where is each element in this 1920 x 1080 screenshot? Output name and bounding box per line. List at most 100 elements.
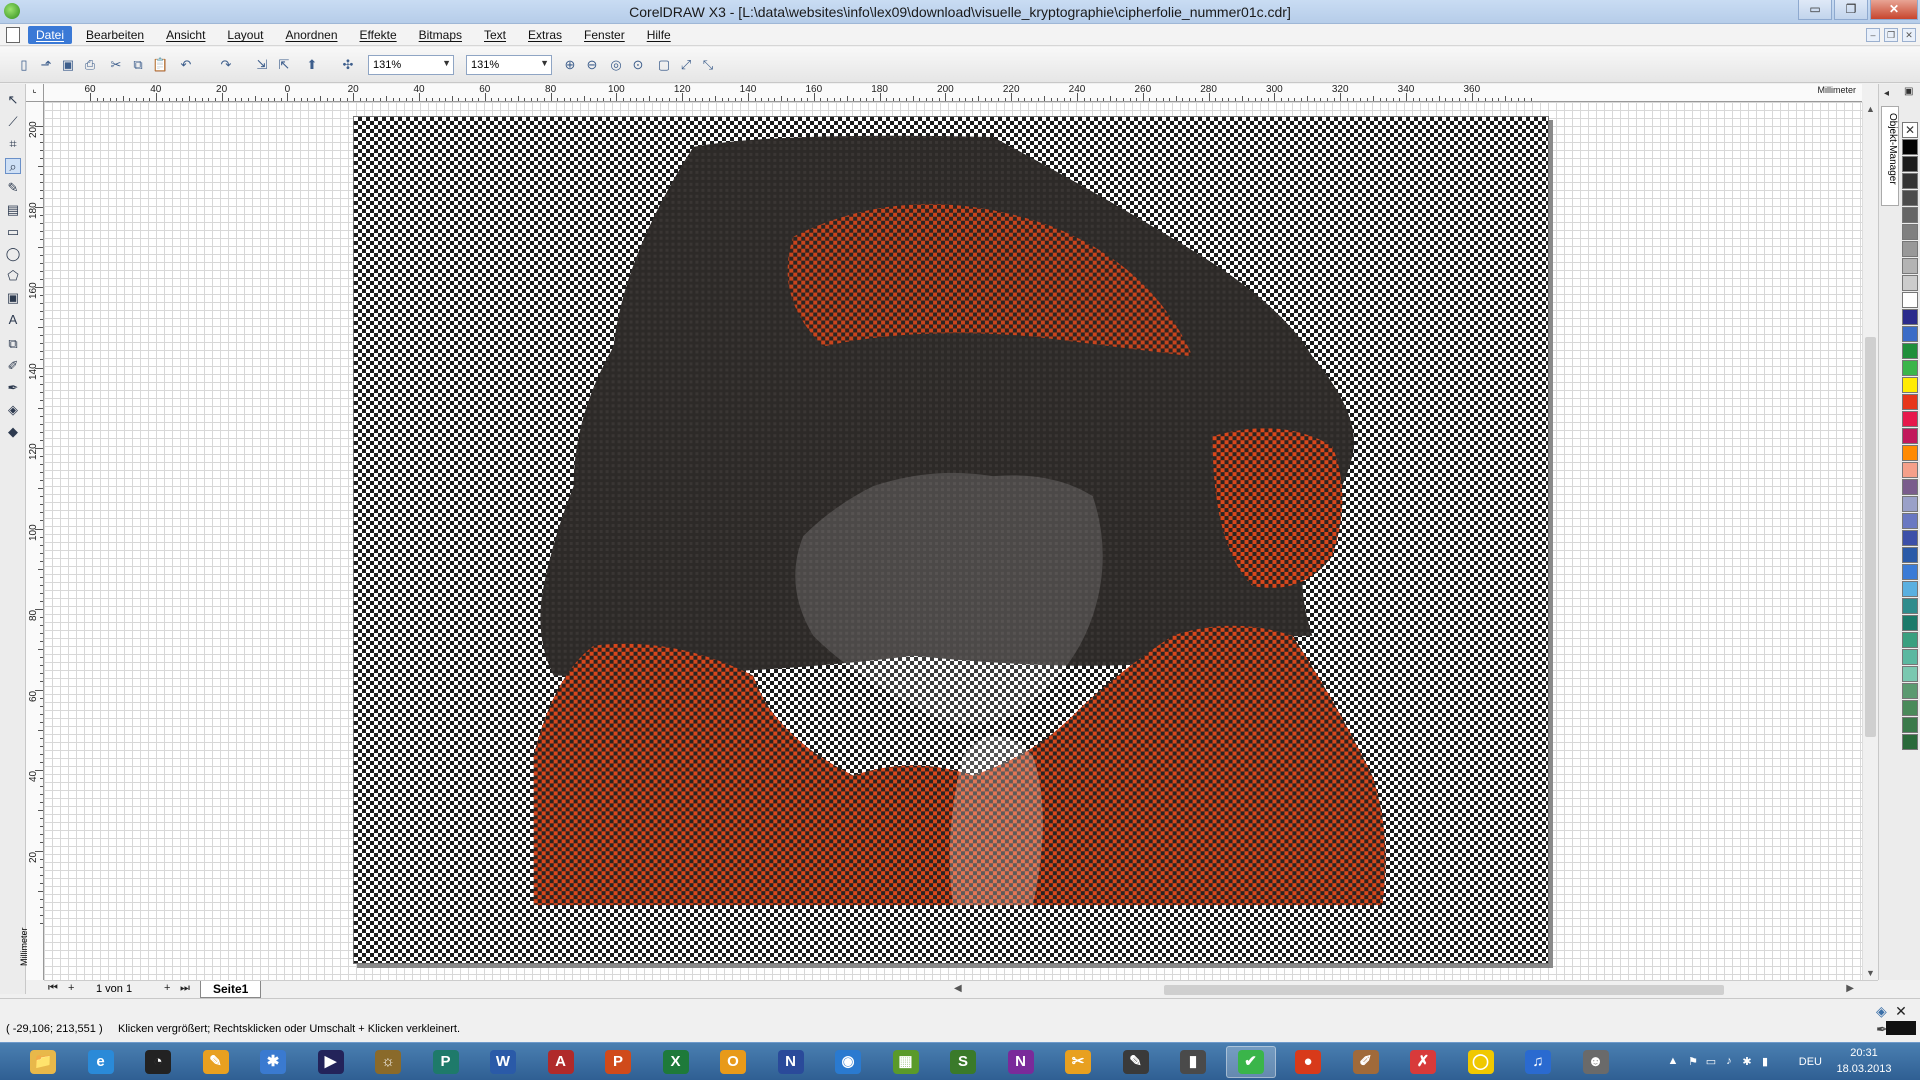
menu-item-1[interactable]: Bearbeiten	[78, 26, 152, 44]
palette-swatch[interactable]	[1902, 496, 1918, 512]
text-tool-icon[interactable]: A	[5, 312, 21, 328]
taskbar-app-27[interactable]: ☻	[1571, 1046, 1621, 1078]
object-manager-tab[interactable]: Objekt-Manager	[1881, 106, 1899, 206]
taskbar-app-4[interactable]: ✱	[248, 1046, 298, 1078]
taskbar-app-0[interactable]: 📁	[18, 1046, 68, 1078]
fill-tool-icon[interactable]: ◈	[5, 402, 21, 418]
scroll-down-icon[interactable]: ▼	[1866, 968, 1875, 978]
cut-icon[interactable]: ✂	[108, 57, 124, 73]
horizontal-scrollbar[interactable]: ◀ ▶	[954, 983, 1854, 997]
vertical-scroll-thumb[interactable]	[1865, 337, 1876, 737]
add-page-before-button[interactable]: +	[68, 982, 74, 994]
palette-swatch[interactable]	[1902, 683, 1918, 699]
palette-swatch[interactable]	[1902, 547, 1918, 563]
palette-swatch[interactable]	[1902, 275, 1918, 291]
crop-tool-icon[interactable]: ⌗	[5, 136, 21, 152]
palette-swatch[interactable]	[1902, 377, 1918, 393]
menu-item-3[interactable]: Layout	[219, 26, 271, 44]
menu-item-0[interactable]: Datei	[28, 26, 73, 44]
palette-swatch[interactable]	[1902, 666, 1918, 682]
zoom-level-select-2[interactable]: 131% ▼	[466, 55, 552, 75]
no-color-swatch[interactable]: ✕	[1902, 122, 1918, 138]
palette-swatch[interactable]	[1902, 326, 1918, 342]
taskbar-app-21[interactable]: ✔	[1225, 1046, 1276, 1078]
taskbar-app-25[interactable]: ◯	[1456, 1046, 1506, 1078]
pick-tool-icon[interactable]: ↖	[5, 92, 21, 108]
taskbar-app-26[interactable]: ♫	[1513, 1046, 1563, 1078]
taskbar-app-18[interactable]: ✂	[1053, 1046, 1103, 1078]
palette-swatch[interactable]	[1902, 479, 1918, 495]
smart-fill-tool-icon[interactable]: ▤	[5, 202, 21, 218]
palette-swatch[interactable]	[1902, 241, 1918, 257]
palette-swatch[interactable]	[1902, 343, 1918, 359]
battery-icon[interactable]: ▮	[1758, 1055, 1772, 1069]
export-icon[interactable]: ⇱	[276, 57, 292, 73]
doc-restore-icon[interactable]: ❐	[1884, 28, 1898, 42]
polygon-tool-icon[interactable]: ⬠	[5, 268, 21, 284]
palette-swatch[interactable]	[1902, 411, 1918, 427]
taskbar-app-17[interactable]: N	[996, 1046, 1046, 1078]
doc-minimize-icon[interactable]: –	[1866, 28, 1880, 42]
zoom-out-icon[interactable]: ⊖	[584, 57, 600, 73]
menu-item-4[interactable]: Anordnen	[277, 26, 345, 44]
palette-swatch[interactable]	[1902, 173, 1918, 189]
taskbar-app-5[interactable]: ▶	[306, 1046, 356, 1078]
zoom-page-width-icon[interactable]: ⤢	[678, 57, 694, 73]
palette-swatch[interactable]	[1902, 139, 1918, 155]
paste-icon[interactable]: 📋	[152, 57, 168, 73]
interactive-blend-tool-icon[interactable]: ⧉	[5, 336, 21, 352]
restore-button[interactable]: ❐	[1834, 0, 1868, 20]
interactive-fill-tool-icon[interactable]: ◆	[5, 424, 21, 440]
doc-close-icon[interactable]: ✕	[1902, 28, 1916, 42]
menu-item-2[interactable]: Ansicht	[158, 26, 213, 44]
open-icon[interactable]: ⬏	[38, 57, 54, 73]
save-icon[interactable]: ▣	[60, 57, 76, 73]
zoom-tool-icon[interactable]: ⌕	[5, 158, 21, 174]
palette-swatch[interactable]	[1902, 394, 1918, 410]
vertical-scrollbar[interactable]: ▲ ▼	[1862, 102, 1878, 980]
palette-swatch[interactable]	[1902, 360, 1918, 376]
cipher-portrait-image[interactable]	[354, 117, 1548, 963]
zoom-selected-icon[interactable]: ◎	[608, 57, 624, 73]
copy-icon[interactable]: ⧉	[130, 57, 146, 73]
taskbar-app-7[interactable]: P	[421, 1046, 471, 1078]
zoom-level-select-1[interactable]: 131% ▼	[368, 55, 454, 75]
taskbar-app-9[interactable]: A	[536, 1046, 586, 1078]
close-button[interactable]: ✕	[1870, 0, 1918, 20]
taskbar-app-1[interactable]: e	[76, 1046, 126, 1078]
redo-icon[interactable]: ↷	[218, 57, 234, 73]
add-page-after-button[interactable]: +	[164, 982, 170, 994]
palette-swatch[interactable]	[1902, 530, 1918, 546]
drawing-canvas[interactable]	[44, 102, 1862, 980]
fill-color-swatch[interactable]: ✕	[1886, 1003, 1916, 1019]
taskbar-app-3[interactable]: ✎	[191, 1046, 241, 1078]
palette-swatch[interactable]	[1902, 700, 1918, 716]
ruler-origin[interactable]: ⌞	[26, 84, 44, 102]
scroll-up-icon[interactable]: ▲	[1866, 104, 1875, 114]
volume-icon[interactable]: ♪	[1722, 1055, 1736, 1069]
new-document-icon[interactable]: ▯	[16, 57, 32, 73]
taskbar-app-15[interactable]: ▦	[881, 1046, 931, 1078]
zoom-page-height-icon[interactable]: ⤡	[700, 57, 716, 73]
outline-color-swatch[interactable]	[1886, 1021, 1916, 1035]
taskbar-app-23[interactable]: ✐	[1341, 1046, 1391, 1078]
palette-swatch[interactable]	[1902, 309, 1918, 325]
taskbar-app-16[interactable]: S	[938, 1046, 988, 1078]
import-icon[interactable]: ⇲	[254, 57, 270, 73]
basic-shapes-tool-icon[interactable]: ▣	[5, 290, 21, 306]
menu-item-5[interactable]: Effekte	[352, 26, 405, 44]
palette-swatch[interactable]	[1902, 445, 1918, 461]
palette-swatch[interactable]	[1902, 649, 1918, 665]
print-icon[interactable]: ⎙	[82, 57, 98, 73]
zoom-page-icon[interactable]: ▢	[656, 57, 672, 73]
menu-item-8[interactable]: Extras	[520, 26, 570, 44]
palette-swatch[interactable]	[1902, 156, 1918, 172]
zoom-in-icon[interactable]: ⊕	[562, 57, 578, 73]
taskbar-app-11[interactable]: X	[651, 1046, 701, 1078]
palette-swatch[interactable]	[1902, 717, 1918, 733]
palette-swatch[interactable]	[1902, 615, 1918, 631]
palette-swatch[interactable]	[1902, 581, 1918, 597]
clock-time[interactable]: 20:31	[1836, 1047, 1892, 1059]
taskbar-app-20[interactable]: ▮	[1168, 1046, 1218, 1078]
rectangle-tool-icon[interactable]: ▭	[5, 224, 21, 240]
